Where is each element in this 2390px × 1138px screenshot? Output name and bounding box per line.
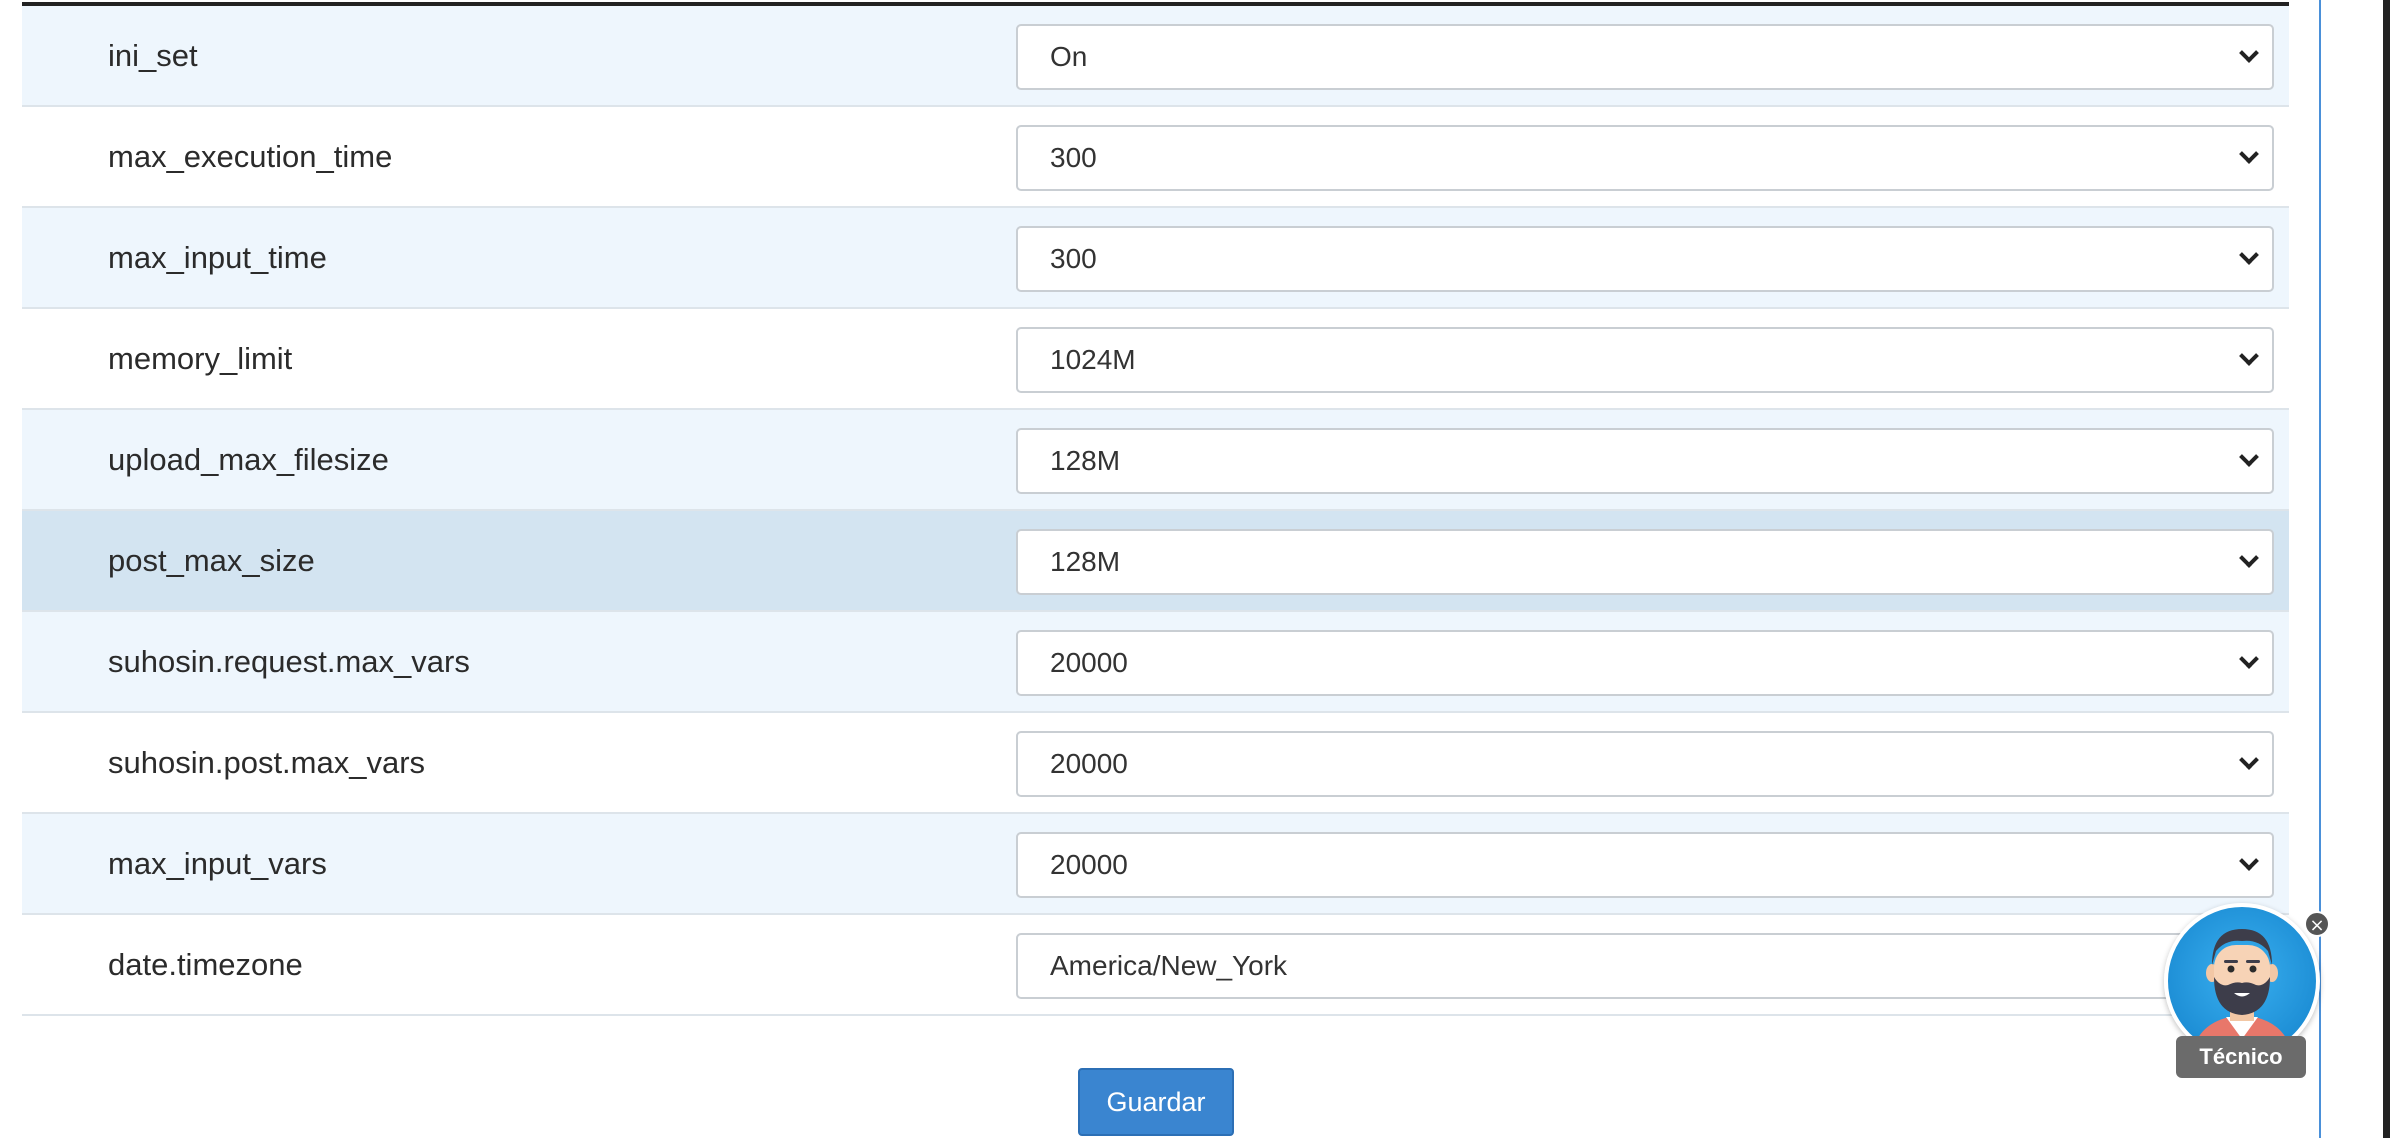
table-row: date.timezone xyxy=(22,915,2289,1016)
setting-label-max-execution-time: max_execution_time xyxy=(108,138,393,174)
select-value: On xyxy=(1050,41,1088,72)
table-row: memory_limit 1024M xyxy=(22,309,2289,410)
chevron-down-icon xyxy=(2239,144,2259,164)
chevron-down-icon xyxy=(2239,43,2259,63)
table-row: ini_set On xyxy=(22,6,2289,107)
chevron-down-icon xyxy=(2239,548,2259,568)
ini-set-select[interactable]: On xyxy=(1016,24,2274,90)
close-icon[interactable]: × xyxy=(2304,911,2330,937)
chevron-down-icon xyxy=(2239,851,2259,871)
support-assistant-widget[interactable]: × Técnico xyxy=(2164,903,2330,1078)
table-row: suhosin.request.max_vars 20000 xyxy=(22,612,2289,713)
chevron-down-icon xyxy=(2239,649,2259,669)
select-value: 20000 xyxy=(1050,748,1128,779)
window-edge xyxy=(2383,0,2390,1138)
setting-label-suhosin-request-max-vars: suhosin.request.max_vars xyxy=(108,643,470,679)
select-value: 300 xyxy=(1050,142,1097,173)
chevron-down-icon xyxy=(2239,750,2259,770)
table-row: max_input_vars 20000 xyxy=(22,814,2289,915)
setting-label-post-max-size: post_max_size xyxy=(108,542,315,578)
table-row: post_max_size 128M xyxy=(22,511,2289,612)
avatar-illustration xyxy=(2192,929,2292,1055)
chevron-down-icon xyxy=(2239,346,2259,366)
page-gutter xyxy=(2321,0,2390,1138)
table-row: max_input_time 300 xyxy=(22,208,2289,309)
chevron-down-icon xyxy=(2239,447,2259,467)
assistant-label: Técnico xyxy=(2176,1036,2306,1078)
max-input-time-select[interactable]: 300 xyxy=(1016,226,2274,292)
upload-max-filesize-select[interactable]: 128M xyxy=(1016,428,2274,494)
table-row: suhosin.post.max_vars 20000 xyxy=(22,713,2289,814)
post-max-size-select[interactable]: 128M xyxy=(1016,529,2274,595)
suhosin-post-max-vars-select[interactable]: 20000 xyxy=(1016,731,2274,797)
select-value: 1024M xyxy=(1050,344,1136,375)
date-timezone-input[interactable] xyxy=(1016,933,2274,999)
setting-label-memory-limit: memory_limit xyxy=(108,340,293,376)
select-value: 20000 xyxy=(1050,647,1128,678)
select-value: 128M xyxy=(1050,445,1121,476)
setting-label-max-input-vars: max_input_vars xyxy=(108,845,327,881)
setting-label-date-timezone: date.timezone xyxy=(108,946,303,982)
max-input-vars-select[interactable]: 20000 xyxy=(1016,832,2274,898)
chevron-down-icon xyxy=(2239,245,2259,265)
table-row: max_execution_time 300 xyxy=(22,107,2289,208)
page: ini_set On max_execution_time 300 max_in… xyxy=(0,0,2390,1138)
table-row: upload_max_filesize 128M xyxy=(22,410,2289,511)
select-value: 20000 xyxy=(1050,849,1128,880)
setting-label-max-input-time: max_input_time xyxy=(108,239,327,275)
save-button[interactable]: Guardar xyxy=(1078,1068,1234,1136)
select-value: 300 xyxy=(1050,243,1097,274)
php-settings-table: ini_set On max_execution_time 300 max_in… xyxy=(22,2,2289,1016)
select-value: 128M xyxy=(1050,546,1121,577)
suhosin-request-max-vars-select[interactable]: 20000 xyxy=(1016,630,2274,696)
memory-limit-select[interactable]: 1024M xyxy=(1016,327,2274,393)
setting-label-suhosin-post-max-vars: suhosin.post.max_vars xyxy=(108,744,426,780)
setting-label-upload-max-filesize: upload_max_filesize xyxy=(108,441,389,477)
max-execution-time-select[interactable]: 300 xyxy=(1016,125,2274,191)
setting-label-ini-set: ini_set xyxy=(108,37,198,73)
